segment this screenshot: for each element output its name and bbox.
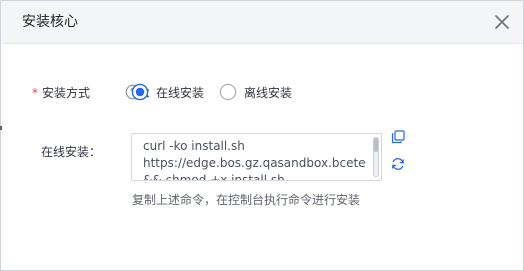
copy-icon[interactable]	[391, 130, 405, 144]
install-core-dialog: 安装核心 * 安装方式 ： 在线安装 离线安装 在线安装： curl -ko i…	[0, 0, 524, 271]
radio-offline-install-label[interactable]: 离线安装	[244, 85, 292, 101]
radio-online-install-label[interactable]: 在线安装	[156, 85, 204, 101]
close-icon[interactable]	[493, 13, 511, 31]
radio-online-install[interactable]	[131, 83, 149, 101]
command-scrollbar-thumb[interactable]	[374, 138, 378, 152]
install-method-label: 安装方式	[42, 86, 91, 100]
required-mark: *	[32, 86, 38, 100]
command-scrollbar[interactable]	[373, 137, 379, 177]
refresh-icon[interactable]	[391, 157, 405, 171]
dialog-title: 安装核心	[22, 14, 78, 30]
radio-offline-install[interactable]	[219, 83, 237, 101]
install-command-textarea[interactable]: curl -ko install.sh https://edge.bos.gz.…	[131, 133, 382, 181]
install-hint-text: 复制上述命令，在控制台执行命令进行安装	[132, 193, 361, 207]
dialog-header: 安装核心	[1, 1, 523, 44]
background-edge-mark	[0, 126, 2, 130]
install-command-text: curl -ko install.sh https://edge.bos.gz.…	[143, 139, 366, 181]
online-install-label: 在线安装：	[41, 145, 102, 159]
